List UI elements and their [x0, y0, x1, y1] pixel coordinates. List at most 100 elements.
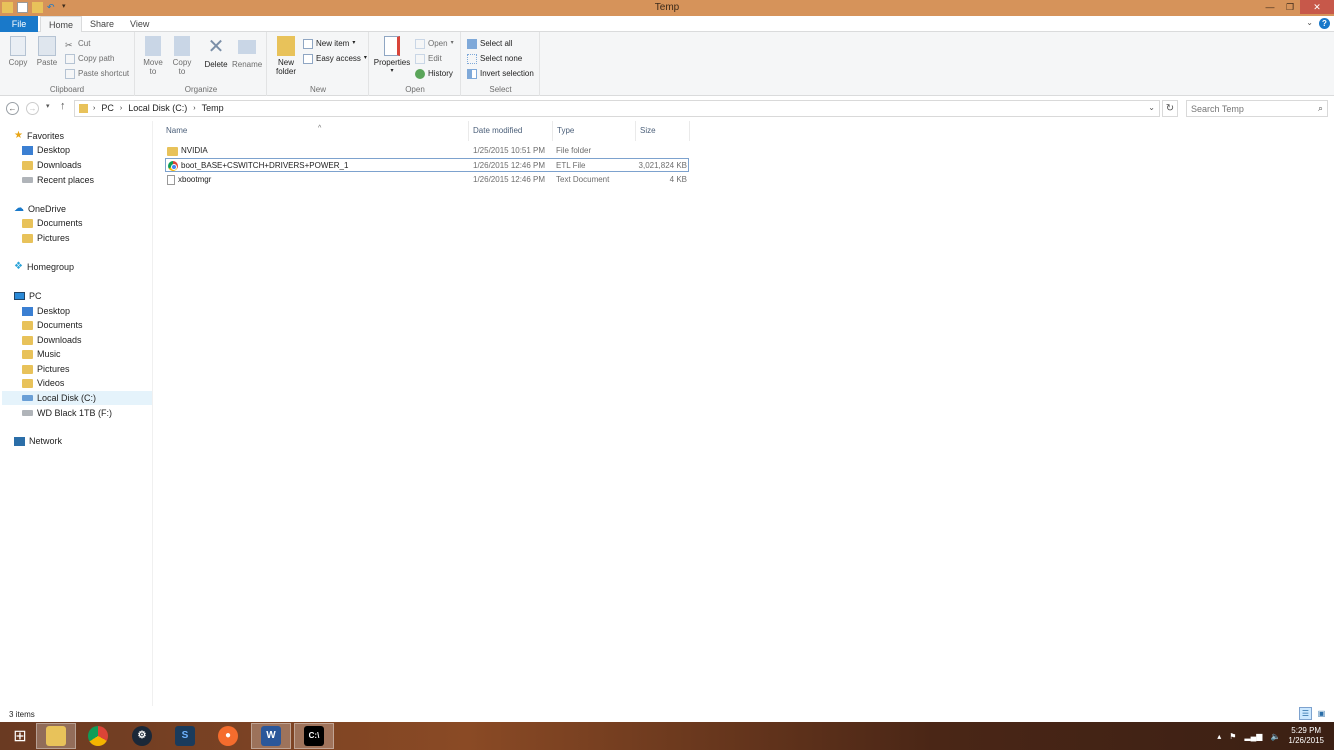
- open-button[interactable]: Open ▾: [415, 37, 454, 50]
- nav-item-label: Local Disk (C:): [37, 393, 97, 403]
- column-divider[interactable]: [689, 121, 690, 141]
- nav-pc-wd-black[interactable]: WD Black 1TB (F:): [22, 406, 112, 420]
- nav-pc-documents[interactable]: Documents: [22, 318, 83, 332]
- nav-favorites[interactable]: ★ Favorites: [14, 129, 64, 143]
- large-icons-view-icon[interactable]: ▣: [1315, 707, 1328, 720]
- network-signal-icon[interactable]: ▂▄▆: [1244, 732, 1262, 741]
- file-row-xbootmgr[interactable]: xbootmgr 1/26/2015 12:46 PM Text Documen…: [165, 173, 689, 187]
- nav-pc[interactable]: PC: [14, 289, 42, 303]
- rename-button[interactable]: Rename: [232, 36, 262, 69]
- edit-button[interactable]: Edit: [415, 52, 442, 65]
- select-all-button[interactable]: Select all: [467, 37, 512, 50]
- column-divider[interactable]: [552, 121, 553, 141]
- file-type: Text Document: [556, 175, 610, 184]
- move-to-button[interactable]: Move to: [142, 36, 164, 76]
- nav-item-label: Desktop: [37, 145, 71, 155]
- invert-selection-button[interactable]: Invert selection: [467, 67, 534, 80]
- nav-network[interactable]: Network: [14, 434, 62, 448]
- up-button[interactable]: ↑: [60, 100, 66, 112]
- maximize-button[interactable]: ❐: [1280, 0, 1300, 14]
- chevron-down-icon[interactable]: ⌄: [1306, 18, 1313, 29]
- show-hidden-icons-icon[interactable]: ▴: [1217, 732, 1221, 741]
- tab-home[interactable]: Home: [40, 16, 83, 33]
- search-icon[interactable]: ⌕: [1318, 103, 1323, 114]
- nav-onedrive-pictures[interactable]: Pictures: [22, 231, 70, 245]
- file-name: boot_BASE+CSWITCH+DRIVERS+POWER_1: [181, 161, 349, 170]
- taskbar-app-s[interactable]: S: [165, 723, 205, 749]
- back-button[interactable]: ←: [6, 102, 19, 115]
- delete-button[interactable]: ✕ Delete: [204, 36, 228, 69]
- copy-button[interactable]: Copy: [6, 36, 30, 67]
- properties-button[interactable]: Properties ▾: [373, 36, 411, 76]
- tab-share[interactable]: Share: [82, 16, 122, 32]
- volume-icon[interactable]: 🔈: [1270, 732, 1280, 741]
- taskbar-word[interactable]: W: [251, 723, 291, 749]
- cut-button[interactable]: ✂ Cut: [65, 37, 90, 50]
- new-item-button[interactable]: New item ▾: [303, 37, 355, 50]
- nav-fav-downloads[interactable]: Downloads: [22, 158, 82, 172]
- paste-button[interactable]: Paste: [35, 36, 59, 67]
- nav-pc-videos[interactable]: Videos: [22, 376, 64, 390]
- drive-icon: [22, 395, 33, 401]
- new-folder-button[interactable]: New folder: [274, 36, 298, 76]
- breadcrumb-item-temp[interactable]: Temp: [202, 103, 224, 113]
- breadcrumb-item-local-disk[interactable]: Local Disk (C:): [128, 103, 187, 113]
- taskbar-file-explorer[interactable]: [36, 723, 76, 749]
- address-dropdown-icon[interactable]: ⌄: [1148, 103, 1155, 112]
- file-row-nvidia[interactable]: NVIDIA 1/25/2015 10:51 PM File folder: [165, 144, 689, 158]
- nav-pc-pictures[interactable]: Pictures: [22, 362, 70, 376]
- taskbar-command-prompt[interactable]: C:\: [294, 723, 334, 749]
- help-icon[interactable]: ?: [1319, 18, 1330, 29]
- minimize-button[interactable]: —: [1260, 0, 1280, 14]
- copy-path-button[interactable]: Copy path: [65, 52, 114, 65]
- copy-to-button[interactable]: Copy to: [171, 36, 193, 76]
- file-type: File folder: [556, 146, 592, 155]
- cloud-icon: ☁: [14, 203, 24, 214]
- close-button[interactable]: ✕: [1300, 0, 1334, 14]
- file-row-boot-etl[interactable]: boot_BASE+CSWITCH+DRIVERS+POWER_1 1/26/2…: [165, 158, 689, 172]
- column-header-date[interactable]: Date modified: [473, 126, 522, 140]
- nav-item-label: Desktop: [37, 306, 71, 316]
- refresh-button[interactable]: ↻: [1162, 100, 1178, 117]
- column-header-type[interactable]: Type: [557, 126, 574, 140]
- folder-icon: [22, 378, 33, 388]
- nav-pc-local-disk[interactable]: Local Disk (C:): [2, 391, 152, 405]
- address-bar[interactable]: › PC › Local Disk (C:) › Temp ⌄: [74, 100, 1160, 117]
- search-input[interactable]: [1187, 101, 1307, 116]
- column-divider[interactable]: [468, 121, 469, 141]
- nav-pc-downloads[interactable]: Downloads: [22, 333, 82, 347]
- recent-locations-dropdown[interactable]: ▾: [46, 102, 50, 110]
- nav-onedrive-documents[interactable]: Documents: [22, 216, 83, 230]
- taskbar-chrome[interactable]: [78, 723, 118, 749]
- new-group: New folder New item ▾ Easy access ▾ New: [268, 32, 369, 96]
- details-view-icon[interactable]: ☰: [1299, 707, 1312, 720]
- nav-pc-desktop[interactable]: Desktop: [22, 304, 70, 318]
- select-none-button[interactable]: Select none: [467, 52, 522, 65]
- nav-fav-recent-places[interactable]: Recent places: [22, 173, 94, 187]
- start-button[interactable]: ⊞: [0, 723, 40, 749]
- computer-icon: [14, 292, 25, 300]
- history-button[interactable]: History: [415, 67, 453, 80]
- breadcrumb-item-pc[interactable]: PC: [101, 103, 114, 113]
- easy-access-button[interactable]: Easy access ▾: [303, 52, 367, 65]
- search-box[interactable]: ⌕: [1186, 100, 1328, 117]
- properties-label: Properties: [373, 58, 411, 67]
- clock[interactable]: 5:29 PM 1/26/2015: [1288, 726, 1324, 746]
- nav-fav-desktop[interactable]: Desktop: [22, 143, 70, 157]
- nav-homegroup[interactable]: ❖ Homegroup: [14, 260, 74, 274]
- title-bar: ↶ ▾ Temp — ❐ ✕: [0, 0, 1334, 16]
- action-center-flag-icon[interactable]: ⚑: [1229, 732, 1236, 741]
- rename-icon: [238, 40, 256, 54]
- tab-view[interactable]: View: [122, 16, 157, 32]
- tab-file[interactable]: File: [0, 16, 38, 32]
- column-header-name[interactable]: Name ^: [166, 125, 466, 140]
- paste-shortcut-button[interactable]: Paste shortcut: [65, 67, 129, 80]
- nav-onedrive[interactable]: ☁ OneDrive: [14, 202, 66, 216]
- taskbar-origin[interactable]: ●: [208, 723, 248, 749]
- forward-button[interactable]: →: [26, 102, 39, 115]
- nav-pc-music[interactable]: Music: [22, 347, 61, 361]
- column-divider[interactable]: [635, 121, 636, 141]
- taskbar-steam[interactable]: ⚙: [122, 723, 162, 749]
- system-tray: ▴ ⚑ ▂▄▆ 🔈 5:29 PM 1/26/2015: [1217, 726, 1324, 746]
- column-header-size[interactable]: Size: [640, 126, 656, 140]
